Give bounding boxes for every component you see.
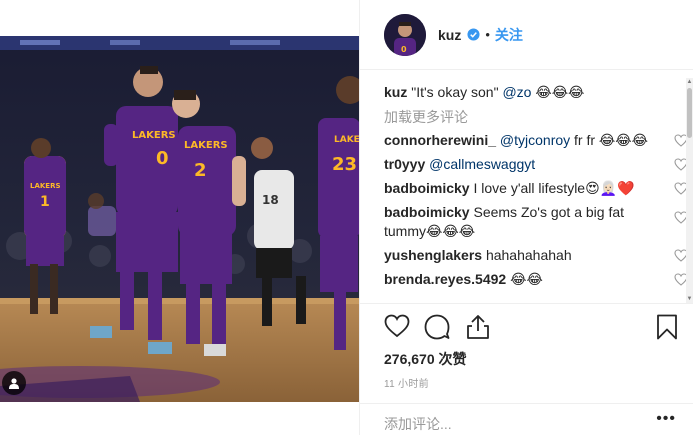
verified-badge-icon [467,28,480,41]
user-icon [9,378,19,389]
scroll-down-arrow-icon[interactable]: ▼ [686,295,693,303]
follow-button[interactable]: 关注 [495,25,523,45]
post-sidebar: 0 kuz • 关注 kuz "It's okay son" @zo 😂😂😂 加… [359,0,693,435]
load-more-comments[interactable]: 加载更多评论 [384,108,688,126]
bookmark-icon[interactable] [656,314,678,340]
svg-text:LAKERS: LAKERS [184,140,228,151]
comment-item: badboimicky Seems Zo's got a big fat tum… [384,203,688,241]
svg-text:1: 1 [40,194,50,210]
comments-scrollbar[interactable]: ▲ ▼ [686,78,693,303]
scroll-up-arrow-icon[interactable]: ▲ [686,78,693,86]
comment-username[interactable]: yushenglakers [384,247,482,263]
comment-text: fr fr 😂😂😂 [574,132,649,148]
caption-emojis: 😂😂😂 [535,84,585,100]
svg-text:23: 23 [332,154,357,175]
comment-username[interactable]: tr0yyy [384,156,425,172]
svg-text:2: 2 [194,160,207,181]
comment-mention[interactable]: @tyjconroy [500,132,570,148]
username[interactable]: kuz [438,27,461,43]
comment-item: tr0yyy @callmeswaggyt [384,155,688,174]
separator-dot: • [485,27,490,42]
scrollbar-thumb[interactable] [687,88,692,138]
user-tag-button[interactable] [2,371,26,395]
more-options-icon[interactable]: ••• [656,410,676,428]
comment-text: hahahahahah [485,247,572,263]
comment-item: connorherewini_ @tyjconroy fr fr 😂😂😂 [384,131,688,150]
comment-item: badboimicky I love y'all lifestyle😍👩🏻‍🦳❤… [384,179,688,198]
post-photo-container: 1 LAKERS LAKERS 0 LAKERS 2 18 LAKE 23 [0,0,359,435]
comment-username[interactable]: connorherewini_ [384,132,496,148]
comment-username[interactable]: badboimicky [384,204,470,220]
svg-text:LAKERS: LAKERS [30,182,61,190]
comment-text: 😂😂 [510,271,543,287]
svg-text:0: 0 [156,148,169,169]
post-caption: kuz "It's okay son" @zo 😂😂😂 [384,82,688,102]
caption-username[interactable]: kuz [384,84,407,100]
post-header: 0 kuz • 关注 [360,0,693,70]
comment-item: brenda.reyes.5492 😂😂 [384,270,688,289]
comments-list[interactable]: kuz "It's okay son" @zo 😂😂😂 加载更多评论 conno… [384,78,688,306]
post-timestamp[interactable]: 11 小时前 [384,375,429,390]
share-icon[interactable] [466,314,490,340]
caption-text: "It's okay son" [411,84,499,100]
caption-mention[interactable]: @zo [502,84,531,100]
likes-count[interactable]: 276,670 次赞 [384,349,467,369]
comment-username[interactable]: brenda.reyes.5492 [384,271,506,287]
comment-mention[interactable]: @callmeswaggyt [429,156,535,172]
post-actions: 276,670 次赞 11 小时前 [360,303,693,403]
like-heart-icon[interactable] [384,314,410,338]
svg-text:18: 18 [262,193,279,207]
comment-username[interactable]: badboimicky [384,180,470,196]
post-photo[interactable]: 1 LAKERS LAKERS 0 LAKERS 2 18 LAKE 23 [0,36,359,402]
avatar[interactable]: 0 [384,13,426,56]
svg-text:LAKERS: LAKERS [334,135,359,145]
comment-item: yushenglakers hahahahahah [384,246,688,265]
add-comment-bar: 添加评论... ••• [360,403,693,435]
comment-bubble-icon[interactable] [424,314,450,340]
svg-text:LAKERS: LAKERS [132,130,176,141]
comment-text: I love y'all lifestyle😍👩🏻‍🦳❤️ [473,180,635,196]
add-comment-input[interactable]: 添加评论... [384,414,452,434]
action-icons [384,314,680,342]
svg-text:0: 0 [401,45,407,54]
